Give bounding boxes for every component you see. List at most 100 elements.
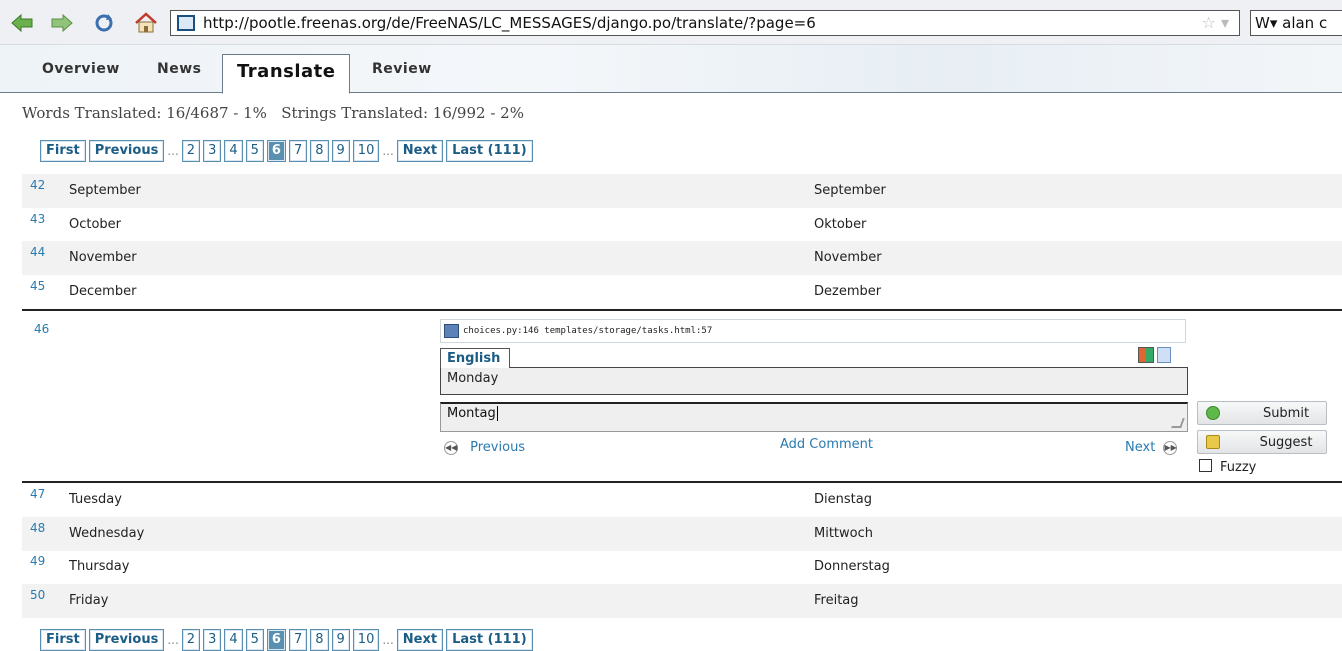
suggest-label: Suggest: [1259, 435, 1313, 450]
target-text: November: [814, 250, 882, 265]
pager-previous[interactable]: Previous: [88, 140, 165, 162]
tab-bar: Overview News Translate Review: [0, 45, 1342, 94]
pager-page[interactable]: 7: [288, 140, 308, 162]
back-icon[interactable]: [8, 10, 36, 36]
suggest-icon: [1206, 435, 1220, 449]
tab-news[interactable]: News: [157, 61, 201, 77]
pager-page[interactable]: 10: [352, 629, 380, 651]
row-number: 46: [34, 322, 50, 336]
submit-label: Submit: [1262, 406, 1310, 421]
suggest-button[interactable]: Suggest: [1197, 430, 1327, 454]
source-text: Thursday: [69, 559, 130, 574]
rewind-icon: ◀◀: [444, 440, 458, 455]
fuzzy-checkbox[interactable]: Fuzzy: [1199, 459, 1256, 475]
source-text: December: [69, 284, 137, 299]
pager-ellipsis: ...: [167, 144, 179, 158]
pager-page[interactable]: 8: [310, 140, 329, 162]
previous-label: Previous: [470, 440, 526, 455]
pager-page-current[interactable]: 6: [266, 140, 286, 162]
language-tab[interactable]: English: [440, 348, 510, 368]
file-location-icon: [444, 324, 459, 338]
pager-ellipsis: ...: [382, 633, 394, 647]
copy-original-icon[interactable]: [1157, 347, 1171, 363]
pager-page[interactable]: 3: [203, 629, 222, 651]
translation-row[interactable]: 44 November November: [22, 241, 1342, 275]
home-icon[interactable]: [132, 10, 160, 36]
pager-page[interactable]: 8: [310, 629, 329, 651]
pager-next[interactable]: Next: [396, 140, 444, 162]
row-number: 47: [30, 487, 46, 501]
tab-translate[interactable]: Translate: [222, 54, 351, 94]
pager-page[interactable]: 5: [245, 140, 264, 162]
check-icon: [1206, 406, 1220, 420]
source-text: September: [69, 183, 141, 198]
previous-unit-link[interactable]: ◀◀ Previous: [444, 440, 525, 455]
tab-overview[interactable]: Overview: [42, 61, 120, 77]
translation-row[interactable]: 45 December Dezember: [22, 275, 1342, 309]
google-translate-icon[interactable]: [1138, 347, 1154, 363]
translation-row[interactable]: 50 Friday Freitag: [22, 584, 1342, 618]
pager-ellipsis: ...: [382, 144, 394, 158]
translation-value: Montag: [447, 406, 496, 421]
target-text: Donnerstag: [814, 559, 890, 574]
translation-stats: Words Translated: 16/4687 - 1% Strings T…: [22, 104, 524, 122]
search-box[interactable]: W▾ alan c: [1250, 10, 1342, 36]
pager-page[interactable]: 10: [352, 140, 380, 162]
bookmark-star-icon[interactable]: ☆ ▾: [1202, 11, 1229, 35]
suggestion-tools: [1138, 347, 1171, 363]
pager-page[interactable]: 9: [331, 140, 350, 162]
pager-top: First Previous ... 2 3 4 5 6 7 8 9 10 ..…: [40, 140, 533, 162]
location-text: choices.py:146 templates/storage/tasks.h…: [463, 326, 713, 336]
source-text: October: [69, 217, 122, 232]
pager-page[interactable]: 3: [203, 140, 222, 162]
browser-toolbar: http://pootle.freenas.org/de/FreeNAS/LC_…: [0, 0, 1342, 45]
translation-row[interactable]: 49 Thursday Donnerstag: [22, 550, 1342, 584]
pager-page[interactable]: 7: [288, 629, 308, 651]
pager-last[interactable]: Last (111): [446, 140, 533, 162]
translation-row[interactable]: 48 Wednesday Mittwoch: [22, 517, 1342, 551]
target-text: Dienstag: [814, 492, 872, 507]
pager-page[interactable]: 2: [181, 629, 201, 651]
address-bar[interactable]: http://pootle.freenas.org/de/FreeNAS/LC_…: [170, 10, 1240, 36]
translation-row[interactable]: 43 October Oktober: [22, 208, 1342, 242]
resize-handle-icon[interactable]: [1171, 418, 1185, 428]
pager-bottom: First Previous ... 2 3 4 5 6 7 8 9 10 ..…: [40, 629, 533, 651]
search-text: W▾ alan c: [1255, 14, 1328, 32]
row-number: 43: [30, 212, 46, 226]
site-favicon-icon: [177, 15, 195, 31]
source-text: Wednesday: [69, 526, 145, 541]
fuzzy-label: Fuzzy: [1220, 460, 1257, 475]
source-text: Tuesday: [69, 492, 122, 507]
row-number: 49: [30, 554, 46, 568]
pager-page[interactable]: 9: [331, 629, 350, 651]
pager-page-current[interactable]: 6: [266, 629, 286, 651]
pager-page[interactable]: 4: [224, 629, 243, 651]
original-text-box: Monday: [440, 367, 1188, 395]
translation-row[interactable]: 47 Tuesday Dienstag: [22, 483, 1342, 517]
pager-next[interactable]: Next: [396, 629, 444, 651]
pager-previous[interactable]: Previous: [88, 629, 165, 651]
pager-page[interactable]: 4: [224, 140, 243, 162]
pager-page[interactable]: 2: [181, 140, 201, 162]
forward-icon[interactable]: [48, 10, 76, 36]
source-location: choices.py:146 templates/storage/tasks.h…: [440, 319, 1186, 343]
url-text: http://pootle.freenas.org/de/FreeNAS/LC_…: [203, 14, 816, 32]
row-number: 44: [30, 245, 46, 259]
pager-first[interactable]: First: [40, 140, 86, 162]
pager-last[interactable]: Last (111): [446, 629, 533, 651]
add-comment-link[interactable]: Add Comment: [780, 437, 873, 452]
reload-icon[interactable]: [90, 10, 118, 36]
submit-button[interactable]: Submit: [1197, 401, 1327, 425]
target-text: Mittwoch: [814, 526, 873, 541]
checkbox-icon[interactable]: [1199, 459, 1212, 472]
pager-first[interactable]: First: [40, 629, 86, 651]
target-text: September: [814, 183, 886, 198]
row-number: 48: [30, 521, 46, 535]
next-unit-link[interactable]: Next ▶▶: [1125, 440, 1178, 455]
translation-textarea[interactable]: Montag: [440, 402, 1188, 432]
pager-page[interactable]: 5: [245, 629, 264, 651]
translation-row[interactable]: 42 September September: [22, 174, 1342, 208]
tab-review[interactable]: Review: [372, 61, 432, 77]
original-text: Monday: [447, 371, 499, 386]
target-text: Freitag: [814, 593, 859, 608]
